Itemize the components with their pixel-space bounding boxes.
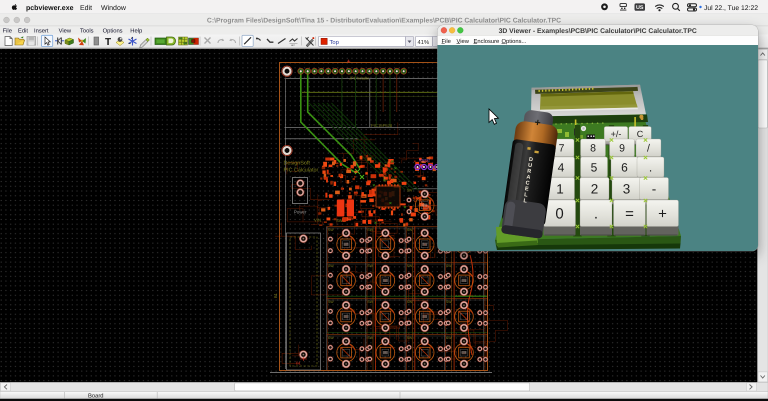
- svg-text:C: C: [424, 204, 426, 207]
- svg-text:DesignSoft: DesignSoft: [284, 161, 311, 167]
- svg-text:=: =: [625, 206, 634, 223]
- svg-text:SW: SW: [407, 264, 413, 268]
- svg-text:3: 3: [623, 181, 631, 196]
- svg-text:SW: SW: [367, 264, 373, 268]
- svg-text:B1: B1: [273, 292, 278, 298]
- svg-text:3D Viewer - Examples\PCB\PIC C: 3D Viewer - Examples\PCB\PIC Calculator\…: [499, 28, 697, 35]
- svg-text:8: 8: [590, 143, 596, 155]
- svg-text:SW: SW: [407, 189, 413, 193]
- svg-text:SW: SW: [446, 300, 452, 304]
- svg-text:File: File: [3, 28, 12, 35]
- svg-text:C: C: [637, 129, 644, 139]
- svg-text:Tools: Tools: [80, 28, 94, 35]
- svg-text:.: .: [649, 160, 652, 174]
- svg-text:PIC Calculator: PIC Calculator: [284, 168, 319, 174]
- svg-text:C:\Program Files\DesignSoft\Ti: C:\Program Files\DesignSoft\Tina 15 - Di…: [207, 18, 561, 25]
- svg-text:T: T: [105, 37, 111, 48]
- svg-text:B1: B1: [296, 361, 302, 366]
- svg-text:41%: 41%: [418, 39, 430, 46]
- svg-text:Jul 22., Tue 12:22: Jul 22., Tue 12:22: [704, 5, 758, 12]
- svg-text:+/-: +/-: [611, 129, 622, 139]
- svg-text:SW: SW: [328, 336, 334, 340]
- svg-text:View: View: [59, 28, 72, 35]
- svg-text:+: +: [658, 206, 667, 223]
- svg-text:Power: Power: [294, 210, 307, 215]
- svg-text:Help: Help: [130, 28, 142, 35]
- svg-text:SW: SW: [367, 228, 373, 232]
- svg-text:2: 2: [591, 181, 599, 196]
- svg-text:4: 4: [558, 160, 565, 174]
- svg-text:Options: Options: [103, 28, 123, 35]
- svg-text:SW: SW: [367, 300, 373, 304]
- svg-text:9: 9: [619, 143, 625, 155]
- svg-text:SW: SW: [446, 264, 452, 268]
- svg-text:SW: SW: [367, 336, 373, 340]
- svg-text:SW: SW: [328, 300, 334, 304]
- svg-text:Insert: Insert: [34, 29, 49, 35]
- svg-text:Edit: Edit: [80, 4, 92, 12]
- svg-text:Enclosure: Enclosure: [474, 38, 500, 45]
- svg-text:arc: arc: [291, 43, 295, 47]
- svg-text:SW: SW: [407, 300, 413, 304]
- svg-text:1: 1: [556, 181, 564, 196]
- svg-text:7: 7: [559, 143, 565, 155]
- svg-text:Board: Board: [88, 392, 103, 399]
- svg-text:SW: SW: [446, 336, 452, 340]
- svg-text:Window: Window: [101, 4, 127, 12]
- svg-text:RS232: RS232: [419, 159, 430, 163]
- svg-text:0: 0: [555, 206, 563, 223]
- svg-text:US: US: [636, 5, 644, 11]
- svg-text:6: 6: [621, 160, 628, 174]
- svg-text:.: .: [594, 206, 598, 223]
- svg-text:SW: SW: [328, 264, 334, 268]
- svg-text:SW: SW: [407, 336, 413, 340]
- svg-text:SW: SW: [407, 228, 413, 232]
- svg-text:Edit: Edit: [18, 28, 28, 35]
- svg-text:5: 5: [591, 160, 598, 174]
- svg-text:-: -: [652, 181, 657, 196]
- svg-text:PIC16F628: PIC16F628: [371, 123, 393, 128]
- svg-text:*: *: [463, 280, 464, 283]
- svg-text:JP1 header: JP1 header: [349, 76, 370, 81]
- svg-text:VIN: VIN: [314, 218, 321, 223]
- svg-text:Top: Top: [330, 40, 339, 46]
- svg-text:SW: SW: [328, 228, 334, 232]
- svg-text:pcbviewer.exe: pcbviewer.exe: [26, 4, 74, 12]
- svg-text:/: /: [647, 143, 650, 155]
